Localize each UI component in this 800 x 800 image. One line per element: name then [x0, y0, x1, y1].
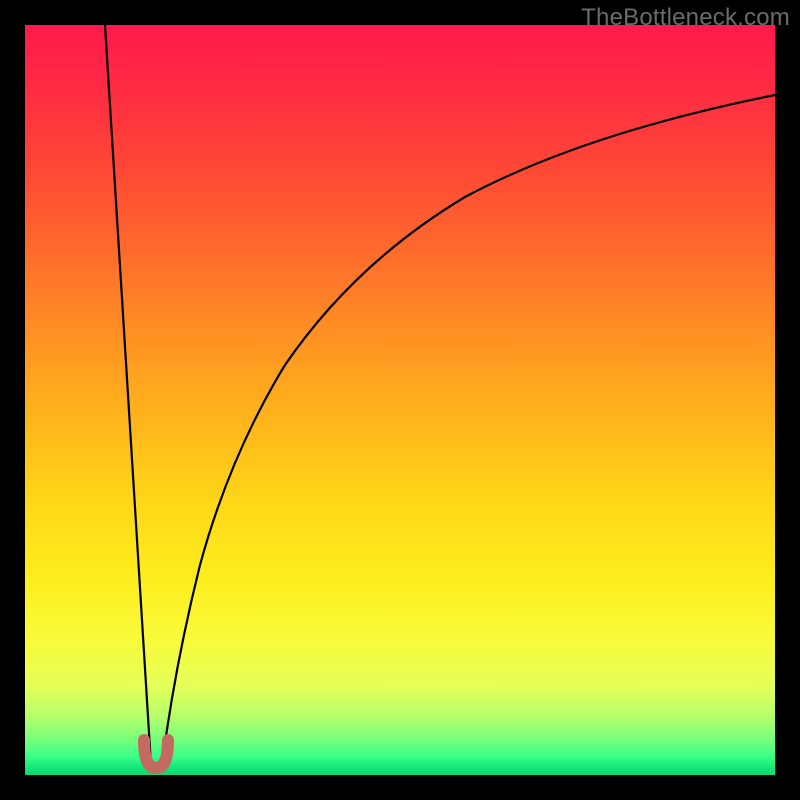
watermark-text: TheBottleneck.com: [581, 4, 790, 32]
right-branch-curve: [162, 95, 775, 765]
plot-area: [25, 25, 775, 775]
bottom-u-connector: [144, 740, 168, 768]
left-branch-curve: [105, 25, 151, 765]
curve-overlay: [25, 25, 775, 775]
chart-frame: TheBottleneck.com: [0, 0, 800, 800]
